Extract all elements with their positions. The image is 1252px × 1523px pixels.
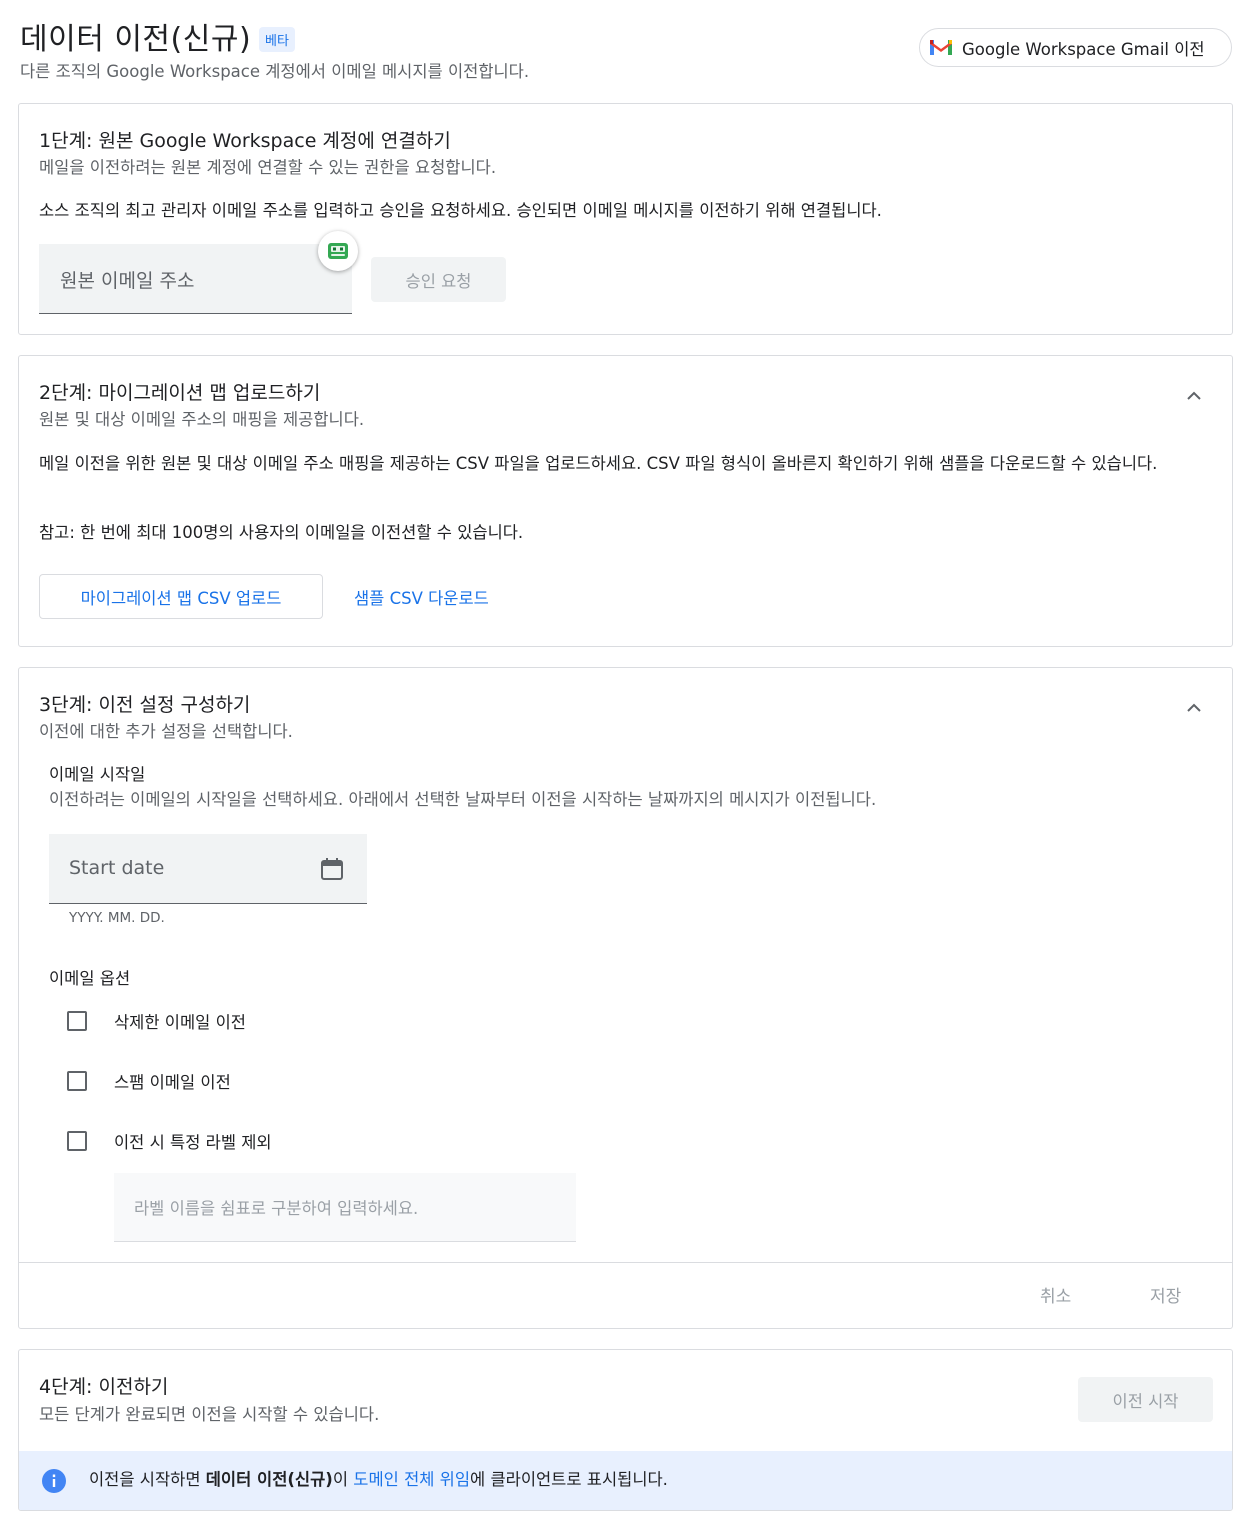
step1-card: 1단계: 원본 Google Workspace 계정에 연결하기 메일을 이전…: [18, 103, 1233, 335]
request-approval-button[interactable]: 승인 요청: [371, 257, 506, 302]
save-button[interactable]: 저장: [1150, 1282, 1181, 1307]
chevron-up-icon[interactable]: [1183, 697, 1205, 719]
step3-card: 3단계: 이전 설정 구성하기 이전에 대한 추가 설정을 선택합니다. 이메일…: [18, 667, 1233, 1329]
gmail-logo-icon: [930, 39, 952, 56]
start-date-field[interactable]: Start date: [49, 834, 367, 904]
info-icon: [41, 1468, 67, 1498]
checkbox-exclude-labels[interactable]: [67, 1131, 87, 1151]
start-date-description: 이전하려는 이메일의 시작일을 선택하세요. 아래에서 선택한 날짜부터 이전을…: [49, 790, 877, 809]
footer-divider: [19, 1262, 1232, 1263]
start-date-placeholder: Start date: [69, 857, 165, 879]
step3-subtitle: 이전에 대한 추가 설정을 선택합니다.: [39, 722, 293, 741]
calendar-icon[interactable]: [319, 856, 345, 886]
start-migration-button[interactable]: 이전 시작: [1078, 1377, 1213, 1422]
step3-title: 3단계: 이전 설정 구성하기: [39, 694, 251, 716]
step1-description: 소스 조직의 최고 관리자 이메일 주소를 입력하고 승인을 요청하세요. 승인…: [39, 201, 882, 220]
step2-card: 2단계: 마이그레이션 맵 업로드하기 원본 및 대상 이메일 주소의 매핑을 …: [18, 355, 1233, 647]
step2-note: 참고: 한 번에 최대 100명의 사용자의 이메일을 이전션할 수 있습니다.: [39, 523, 524, 542]
password-manager-icon[interactable]: [318, 231, 358, 271]
info-text-suffix: 에 클라이언트로 표시됩니다.: [470, 1470, 668, 1489]
start-date-heading: 이메일 시작일: [49, 765, 146, 784]
info-text-prefix: 이전을 시작하면: [89, 1470, 206, 1489]
domain-delegation-link[interactable]: 도메인 전체 위임: [353, 1470, 470, 1489]
option-spam-email-label: 스팸 이메일 이전: [114, 1073, 231, 1092]
info-text-middle: 이: [332, 1470, 354, 1489]
cancel-button[interactable]: 취소: [1040, 1282, 1071, 1307]
step1-subtitle: 메일을 이전하려는 원본 계정에 연결할 수 있는 권한을 요청합니다.: [39, 158, 497, 177]
step2-subtitle: 원본 및 대상 이메일 주소의 매핑을 제공합니다.: [39, 410, 365, 429]
page-title: 데이터 이전(신규): [20, 22, 252, 57]
gmail-migration-button[interactable]: Google Workspace Gmail 이전: [919, 28, 1232, 67]
step4-title: 4단계: 이전하기: [39, 1376, 169, 1398]
labels-input-placeholder: 라벨 이름을 쉼표로 구분하여 입력하세요.: [134, 1199, 419, 1218]
info-banner: 이전을 시작하면 데이터 이전(신규)이 도메인 전체 위임에 클라이언트로 표…: [19, 1451, 1232, 1510]
gmail-migration-label: Google Workspace Gmail 이전: [962, 39, 1205, 59]
beta-badge: 베타: [259, 27, 295, 52]
email-options-heading: 이메일 옵션: [49, 969, 131, 988]
checkbox-deleted-email[interactable]: [67, 1011, 87, 1031]
date-format-hint: YYYY. MM. DD.: [69, 910, 165, 926]
checkbox-spam-email[interactable]: [67, 1071, 87, 1091]
step4-card: 4단계: 이전하기 모든 단계가 완료되면 이전을 시작할 수 있습니다. 이전…: [18, 1349, 1233, 1511]
step4-subtitle: 모든 단계가 완료되면 이전을 시작할 수 있습니다.: [39, 1405, 380, 1424]
source-email-placeholder: 원본 이메일 주소: [60, 270, 195, 292]
step2-title: 2단계: 마이그레이션 맵 업로드하기: [39, 382, 321, 404]
labels-input[interactable]: 라벨 이름을 쉼표로 구분하여 입력하세요.: [114, 1173, 576, 1242]
step1-title: 1단계: 원본 Google Workspace 계정에 연결하기: [39, 130, 451, 152]
page-subtitle: 다른 조직의 Google Workspace 계정에서 이메일 메시지를 이전…: [20, 62, 530, 81]
upload-csv-button[interactable]: 마이그레이션 맵 CSV 업로드: [39, 574, 323, 619]
info-text-bold: 데이터 이전(신규): [205, 1470, 333, 1489]
source-email-field[interactable]: 원본 이메일 주소: [39, 244, 352, 314]
chevron-up-icon[interactable]: [1183, 385, 1205, 407]
option-deleted-email-label: 삭제한 이메일 이전: [114, 1013, 246, 1032]
download-sample-link[interactable]: 샘플 CSV 다운로드: [354, 585, 489, 609]
step2-description: 메일 이전을 위한 원본 및 대상 이메일 주소 매핑을 제공하는 CSV 파일…: [39, 454, 1158, 473]
info-banner-text: 이전을 시작하면 데이터 이전(신규)이 도메인 전체 위임에 클라이언트로 표…: [89, 1467, 668, 1492]
option-exclude-labels-label: 이전 시 특정 라벨 제외: [114, 1133, 272, 1152]
